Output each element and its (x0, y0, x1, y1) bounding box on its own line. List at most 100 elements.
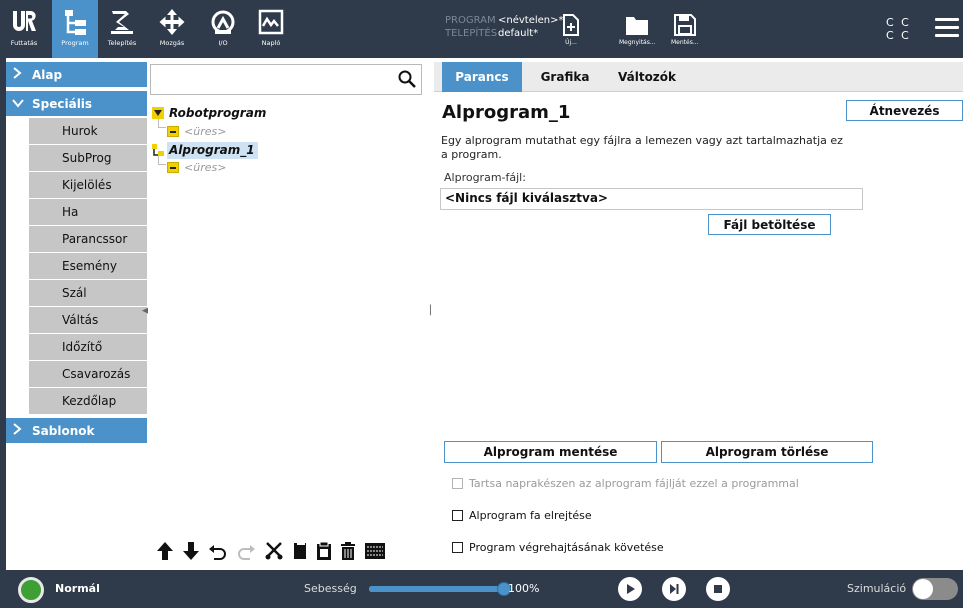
delete-icon[interactable] (340, 541, 356, 561)
cmd-if[interactable]: Ha (29, 199, 147, 226)
arrow-down-icon[interactable] (182, 541, 200, 561)
cc-indicator: C C C C (886, 16, 911, 42)
copy-icon[interactable] (292, 541, 308, 561)
subprogram-file-field[interactable]: <Nincs fájl kiválasztva> (440, 188, 863, 210)
program-tree-icon (65, 10, 86, 35)
move-arrows-icon (159, 9, 185, 35)
subprogram-icon (152, 144, 164, 156)
rename-button[interactable]: Átnevezés (846, 100, 963, 121)
chevron-down-icon (12, 97, 26, 111)
delete-subprogram-button[interactable]: Alprogram törlése (661, 441, 873, 463)
redo-icon[interactable] (236, 542, 256, 560)
tab-command[interactable]: Parancs (442, 62, 522, 92)
nav-move-label: Mozgás (159, 39, 185, 47)
nav-log-button[interactable]: Napló (248, 0, 294, 58)
tab-bar: Parancs Grafika Változók (434, 62, 963, 92)
keep-updated-label: Tartsa naprakészen az alprogram fájlját … (469, 477, 799, 490)
nav-run-button[interactable]: Futtatás (0, 0, 48, 58)
nav-installation-button[interactable]: Telepítés (98, 0, 146, 58)
nav-log-label: Napló (261, 39, 281, 47)
save-subprogram-button[interactable]: Alprogram mentése (444, 441, 657, 463)
cmd-event[interactable]: Esemény (29, 253, 147, 280)
program-info: PROGRAM <névtelen>* TELEPÍTÉSdefault* (445, 14, 564, 40)
step-button[interactable] (662, 577, 686, 601)
cmd-switch[interactable]: Váltás (29, 307, 147, 334)
category-templates-label: Sablonok (32, 423, 95, 438)
robot-program-icon (152, 107, 164, 119)
suppress-icon[interactable] (364, 541, 386, 561)
cmd-screwing[interactable]: Csavarozás (29, 361, 147, 388)
status-indicator-icon[interactable] (18, 577, 44, 603)
ur-logo-icon (13, 11, 36, 31)
installation-name: default* (498, 28, 539, 39)
tree-subprog-node[interactable]: Alprogram_1 (152, 143, 255, 157)
tree-empty-node[interactable]: <üres> (167, 125, 226, 138)
program-name: <névtelen>* (498, 15, 564, 26)
tree-root-label: Robotprogram (169, 106, 267, 120)
tree-search-input[interactable] (150, 64, 422, 95)
cmd-select[interactable]: Kijelölés (29, 172, 147, 199)
chevron-right-icon (12, 423, 26, 438)
tab-graphics[interactable]: Grafika (530, 62, 600, 92)
load-file-button[interactable]: Fájl betöltése (708, 214, 831, 235)
speed-label: Sebesség (304, 582, 357, 595)
program-key: PROGRAM (445, 15, 496, 26)
nav-program-label: Program (61, 39, 89, 47)
category-basic[interactable]: Alap (6, 62, 147, 87)
stop-button[interactable] (706, 577, 730, 601)
cmd-subprog[interactable]: SubProg (29, 145, 147, 172)
search-icon[interactable] (397, 69, 417, 89)
category-special[interactable]: Speciális (6, 91, 147, 116)
robot-arm-icon (111, 11, 133, 34)
play-button[interactable] (618, 577, 642, 601)
subprogram-file-label: Alprogram-fájl: (444, 171, 526, 184)
subprogram-description: Egy alprogram mutathat egy fájlra a leme… (441, 134, 843, 161)
save-label: Mentés... (671, 39, 699, 46)
speed-value: 100% (508, 582, 540, 595)
tree-connector (158, 156, 166, 165)
io-icon (211, 10, 235, 34)
tab-variables[interactable]: Változók (608, 62, 686, 92)
cmd-loop[interactable]: Hurok (29, 118, 147, 145)
simulation-label: Szimuláció (847, 582, 907, 595)
stop-icon (714, 585, 722, 593)
paste-icon[interactable] (316, 541, 332, 561)
cmd-thread[interactable]: Szál (29, 280, 147, 307)
nav-move-button[interactable]: Mozgás (149, 0, 195, 58)
checkbox-box[interactable] (452, 542, 463, 553)
tree-subprog-label: Alprogram_1 (169, 143, 255, 157)
nav-program-button[interactable]: Program (52, 0, 98, 58)
cmd-timer[interactable]: Időzítő (29, 334, 147, 361)
speed-slider[interactable] (369, 582, 511, 596)
checkbox-box[interactable] (452, 510, 463, 521)
follow-execution-label: Program végrehajtásának követése (469, 541, 664, 554)
nav-io-button[interactable]: I/O (200, 0, 246, 58)
simulation-toggle[interactable] (912, 578, 958, 600)
installation-key: TELEPÍTÉS (445, 28, 498, 39)
chevron-right-icon (12, 67, 26, 82)
log-chart-icon (258, 9, 284, 35)
subprogram-title: Alprogram_1 (442, 102, 571, 123)
play-icon (627, 584, 635, 594)
category-basic-label: Alap (32, 67, 63, 82)
cmd-home[interactable]: Kezdőlap (29, 388, 147, 415)
cmd-script[interactable]: Parancssor (29, 226, 147, 253)
cut-icon[interactable] (264, 541, 284, 561)
tree-root-node[interactable]: Robotprogram (152, 106, 266, 120)
category-templates[interactable]: Sablonok (6, 418, 147, 443)
undo-icon[interactable] (208, 542, 228, 560)
new-button[interactable]: Új... (562, 14, 580, 46)
nav-run-label: Futtatás (10, 39, 38, 47)
save-button[interactable]: Mentés... (671, 14, 699, 46)
hamburger-menu-icon[interactable] (935, 18, 959, 42)
arrow-up-icon[interactable] (156, 541, 174, 561)
category-panel: Alap Speciális Hurok SubProg Kijelölés H… (6, 62, 147, 568)
open-button[interactable]: Megnyitás... (619, 14, 656, 46)
folder-icon (626, 17, 649, 35)
hide-tree-checkbox[interactable]: Alprogram fa elrejtése (452, 509, 592, 522)
empty-node-icon (167, 126, 179, 137)
tree-empty-node[interactable]: <üres> (167, 161, 226, 174)
tree-empty-label: <üres> (184, 161, 227, 174)
follow-execution-checkbox[interactable]: Program végrehajtásának követése (452, 541, 664, 554)
hide-tree-label: Alprogram fa elrejtése (469, 509, 592, 522)
